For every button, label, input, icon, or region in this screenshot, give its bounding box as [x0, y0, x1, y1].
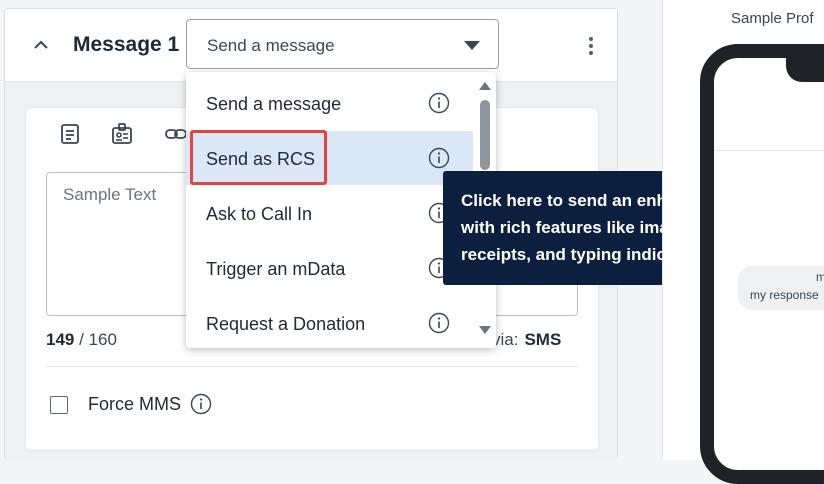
phone-notch	[786, 44, 824, 82]
menu-item-label: Ask to Call In	[206, 204, 313, 224]
action-select-value: Send a message	[207, 36, 335, 55]
caret-down-icon	[464, 41, 480, 50]
message-body-placeholder: Sample Text	[63, 185, 157, 204]
character-count-used: 149	[46, 330, 75, 349]
contact-card-icon[interactable]	[110, 122, 134, 146]
menu-item-request-a-donation[interactable]: Request a Donation	[186, 296, 473, 348]
chevron-up-icon[interactable]	[33, 37, 49, 53]
menu-item-send-as-rcs[interactable]: Send as RCS	[186, 131, 473, 185]
send-via: via: SMS	[492, 330, 561, 350]
document-icon[interactable]	[58, 122, 82, 146]
character-count-max: / 160	[79, 330, 117, 349]
scroll-thumb[interactable]	[480, 100, 490, 170]
preview-bubble-text: my response	[750, 288, 819, 302]
info-icon[interactable]	[428, 92, 450, 114]
menu-item-send-a-message[interactable]: Send a message	[186, 76, 473, 130]
menu-item-ask-to-call-in[interactable]: Ask to Call In	[186, 186, 473, 240]
divider	[46, 366, 578, 367]
info-icon[interactable]	[428, 147, 450, 169]
phone-preview	[700, 44, 824, 484]
preview-title: Sample Prof	[731, 10, 814, 27]
preview-bubble-fragment: m	[816, 270, 824, 284]
info-icon[interactable]	[428, 312, 450, 334]
menu-item-label: Send a message	[206, 94, 342, 114]
more-options-icon[interactable]	[589, 37, 595, 57]
force-mms-label: Force MMS	[88, 394, 182, 414]
phone-divider	[714, 150, 824, 151]
link-icon[interactable]	[164, 122, 188, 146]
character-counter: 149 / 160	[46, 330, 117, 350]
menu-item-label: Request a Donation	[206, 314, 366, 334]
scroll-up-arrow-icon[interactable]	[479, 82, 491, 90]
menu-item-label: Send as RCS	[206, 149, 316, 169]
message-title: Message 1	[73, 33, 180, 56]
info-icon[interactable]	[190, 393, 212, 415]
menu-item-trigger-an-mdata[interactable]: Trigger an mData	[186, 241, 473, 295]
action-select[interactable]: Send a message	[186, 19, 499, 69]
send-via-channel: SMS	[524, 330, 562, 349]
menu-item-label: Trigger an mData	[206, 259, 346, 279]
scroll-down-arrow-icon[interactable]	[479, 326, 491, 334]
force-mms-checkbox[interactable]	[50, 396, 68, 414]
